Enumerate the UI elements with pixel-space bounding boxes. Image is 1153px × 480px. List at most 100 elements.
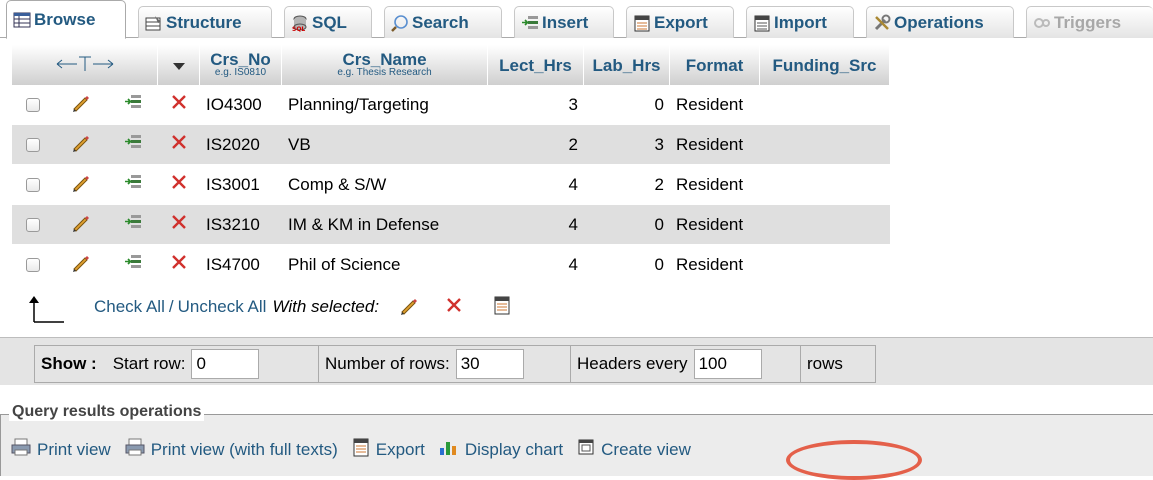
row-insert-button[interactable]: [108, 85, 158, 125]
cell-funding-src[interactable]: [760, 165, 890, 205]
cell-lect-hrs[interactable]: 4: [488, 205, 584, 245]
cell-funding-src[interactable]: [760, 125, 890, 165]
pencil-icon[interactable]: [71, 252, 91, 272]
tab-sql[interactable]: SQL SQL: [284, 6, 372, 38]
check-all-link[interactable]: Check All: [94, 297, 165, 317]
chevron-down-icon[interactable]: [172, 61, 186, 71]
checkbox[interactable]: [26, 258, 41, 273]
delete-selected-icon[interactable]: [445, 296, 463, 319]
cell-lab-hrs[interactable]: 0: [584, 245, 670, 285]
checkbox[interactable]: [26, 138, 41, 153]
row-insert-button[interactable]: [108, 245, 158, 285]
row-delete-button[interactable]: [158, 205, 200, 245]
tab-operations[interactable]: Operations: [866, 6, 1014, 38]
cell-funding-src[interactable]: [760, 245, 890, 285]
cell-crs-name[interactable]: Comp & S/W: [282, 165, 488, 205]
col-header-funding-src-label[interactable]: Funding_Src: [773, 56, 877, 75]
delete-icon[interactable]: [170, 133, 188, 151]
cell-crs-name[interactable]: IM & KM in Defense: [282, 205, 488, 245]
col-header-lab-hrs[interactable]: Lab_Hrs: [584, 45, 670, 85]
row-insert-button[interactable]: [108, 165, 158, 205]
cell-lect-hrs[interactable]: 4: [488, 165, 584, 205]
create-view-link[interactable]: Create view: [601, 440, 691, 460]
print-view-full-link[interactable]: Print view (with full texts): [151, 440, 338, 460]
cell-format[interactable]: Resident: [670, 205, 760, 245]
row-delete-button[interactable]: [158, 165, 200, 205]
cell-crs-no[interactable]: IO4300: [200, 85, 282, 125]
cell-lect-hrs[interactable]: 4: [488, 245, 584, 285]
checkbox[interactable]: [26, 178, 41, 193]
options-dropdown[interactable]: [158, 45, 200, 85]
row-delete-button[interactable]: [158, 245, 200, 285]
cell-lab-hrs[interactable]: 3: [584, 125, 670, 165]
pencil-icon[interactable]: [71, 92, 91, 112]
row-checkbox[interactable]: [12, 205, 55, 245]
col-header-funding-src[interactable]: Funding_Src: [760, 45, 890, 85]
expand-columns-icon[interactable]: [55, 55, 115, 73]
col-header-format[interactable]: Format: [670, 45, 760, 85]
number-of-rows-input[interactable]: [455, 349, 524, 379]
col-header-lect-hrs-label[interactable]: Lect_Hrs: [499, 56, 572, 75]
inline-edit-icon[interactable]: [124, 213, 142, 231]
cell-format[interactable]: Resident: [670, 245, 760, 285]
edit-selected-pencil-icon[interactable]: [399, 295, 419, 320]
row-edit-button[interactable]: [54, 85, 109, 125]
cell-lect-hrs[interactable]: 2: [488, 125, 584, 165]
row-edit-button[interactable]: [54, 205, 109, 245]
column-resize-handle[interactable]: [12, 45, 158, 85]
tab-browse[interactable]: Browse: [6, 0, 126, 39]
row-edit-button[interactable]: [54, 245, 109, 285]
row-delete-button[interactable]: [158, 85, 200, 125]
cell-format[interactable]: Resident: [670, 125, 760, 165]
inline-edit-icon[interactable]: [124, 93, 142, 111]
tab-import[interactable]: Import: [746, 6, 854, 38]
cell-crs-name[interactable]: VB: [282, 125, 488, 165]
row-insert-button[interactable]: [108, 205, 158, 245]
row-edit-button[interactable]: [54, 125, 109, 165]
start-row-input[interactable]: [191, 349, 260, 379]
row-edit-button[interactable]: [54, 165, 109, 205]
cell-lab-hrs[interactable]: 2: [584, 165, 670, 205]
cell-crs-name[interactable]: Planning/Targeting: [282, 85, 488, 125]
col-header-lect-hrs[interactable]: Lect_Hrs: [488, 45, 584, 85]
col-header-crs-name[interactable]: Crs_Name e.g. Thesis Research: [282, 45, 488, 85]
cell-lect-hrs[interactable]: 3: [488, 85, 584, 125]
export-link[interactable]: Export: [376, 440, 425, 460]
cell-lab-hrs[interactable]: 0: [584, 85, 670, 125]
cell-funding-src[interactable]: [760, 205, 890, 245]
row-checkbox[interactable]: [12, 125, 55, 165]
cell-crs-no[interactable]: IS4700: [200, 245, 282, 285]
row-insert-button[interactable]: [108, 125, 158, 165]
uncheck-all-link[interactable]: Uncheck All: [178, 297, 267, 317]
cell-funding-src[interactable]: [760, 85, 890, 125]
tab-export[interactable]: Export: [626, 6, 734, 38]
export-selected-icon[interactable]: [493, 295, 511, 320]
table-row[interactable]: IO4300 Planning/Targeting 3 0 Resident: [12, 85, 890, 125]
row-checkbox[interactable]: [12, 165, 55, 205]
print-view-link[interactable]: Print view: [37, 440, 111, 460]
table-row[interactable]: IS3001 Comp & S/W 4 2 Resident: [12, 165, 890, 205]
display-chart-link[interactable]: Display chart: [465, 440, 563, 460]
cell-lab-hrs[interactable]: 0: [584, 205, 670, 245]
table-row[interactable]: IS3210 IM & KM in Defense 4 0 Resident: [12, 205, 890, 245]
headers-every-input[interactable]: [693, 349, 762, 379]
pencil-icon[interactable]: [71, 212, 91, 232]
delete-icon[interactable]: [170, 253, 188, 271]
inline-edit-icon[interactable]: [124, 173, 142, 191]
tab-search[interactable]: Search: [384, 6, 502, 38]
cell-crs-no[interactable]: IS2020: [200, 125, 282, 165]
delete-icon[interactable]: [170, 213, 188, 231]
row-checkbox[interactable]: [12, 245, 55, 285]
cell-format[interactable]: Resident: [670, 85, 760, 125]
inline-edit-icon[interactable]: [124, 133, 142, 151]
tab-insert[interactable]: Insert: [514, 6, 614, 38]
checkbox[interactable]: [26, 98, 41, 113]
tab-triggers[interactable]: Triggers: [1026, 6, 1153, 38]
inline-edit-icon[interactable]: [124, 253, 142, 271]
row-delete-button[interactable]: [158, 125, 200, 165]
col-header-lab-hrs-label[interactable]: Lab_Hrs: [592, 56, 660, 75]
col-header-crs-no[interactable]: Crs_No e.g. IS0810: [200, 45, 282, 85]
row-checkbox[interactable]: [12, 85, 55, 125]
table-row[interactable]: IS2020 VB 2 3 Resident: [12, 125, 890, 165]
cell-crs-no[interactable]: IS3001: [200, 165, 282, 205]
